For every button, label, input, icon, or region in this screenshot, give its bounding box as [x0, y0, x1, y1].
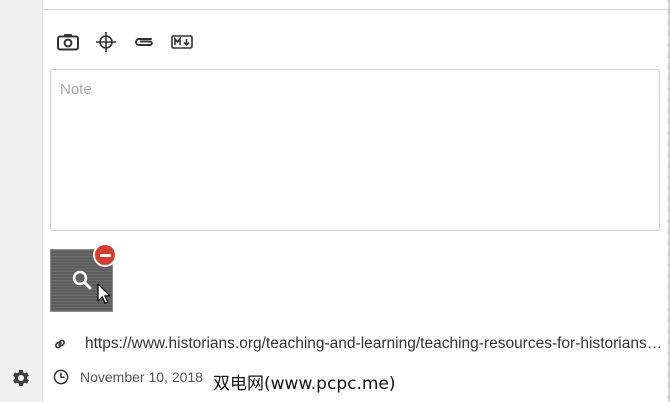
remove-icon	[99, 253, 111, 257]
select-area-button[interactable]	[93, 30, 119, 54]
date-row: November 10, 2018	[53, 366, 203, 388]
note-panel: https://www.historians.org/teaching-and-…	[43, 0, 670, 402]
clock-icon	[53, 369, 69, 385]
crosshair-icon	[96, 32, 116, 52]
camera-icon	[57, 34, 79, 51]
markdown-icon	[171, 35, 193, 49]
attach-button[interactable]	[131, 30, 157, 54]
remove-attachment-button[interactable]	[93, 243, 117, 267]
settings-button[interactable]	[10, 367, 32, 389]
paperclip-icon	[135, 38, 153, 46]
gear-icon	[13, 369, 29, 386]
created-date: November 10, 2018	[80, 369, 203, 385]
link-icon	[55, 339, 65, 349]
screenshot-button[interactable]	[55, 30, 81, 54]
source-url-row: https://www.historians.org/teaching-and-…	[53, 333, 663, 355]
search-icon	[72, 270, 92, 290]
top-divider	[43, 0, 669, 10]
markdown-button[interactable]	[169, 30, 195, 54]
note-toolbar	[55, 30, 207, 54]
note-input[interactable]	[50, 69, 660, 231]
watermark-text: 双电网(www.pcpc.me)	[213, 374, 396, 394]
source-url-link[interactable]: https://www.historians.org/teaching-and-…	[85, 335, 663, 353]
mouse-cursor-icon	[97, 283, 111, 304]
left-rail	[0, 0, 43, 402]
